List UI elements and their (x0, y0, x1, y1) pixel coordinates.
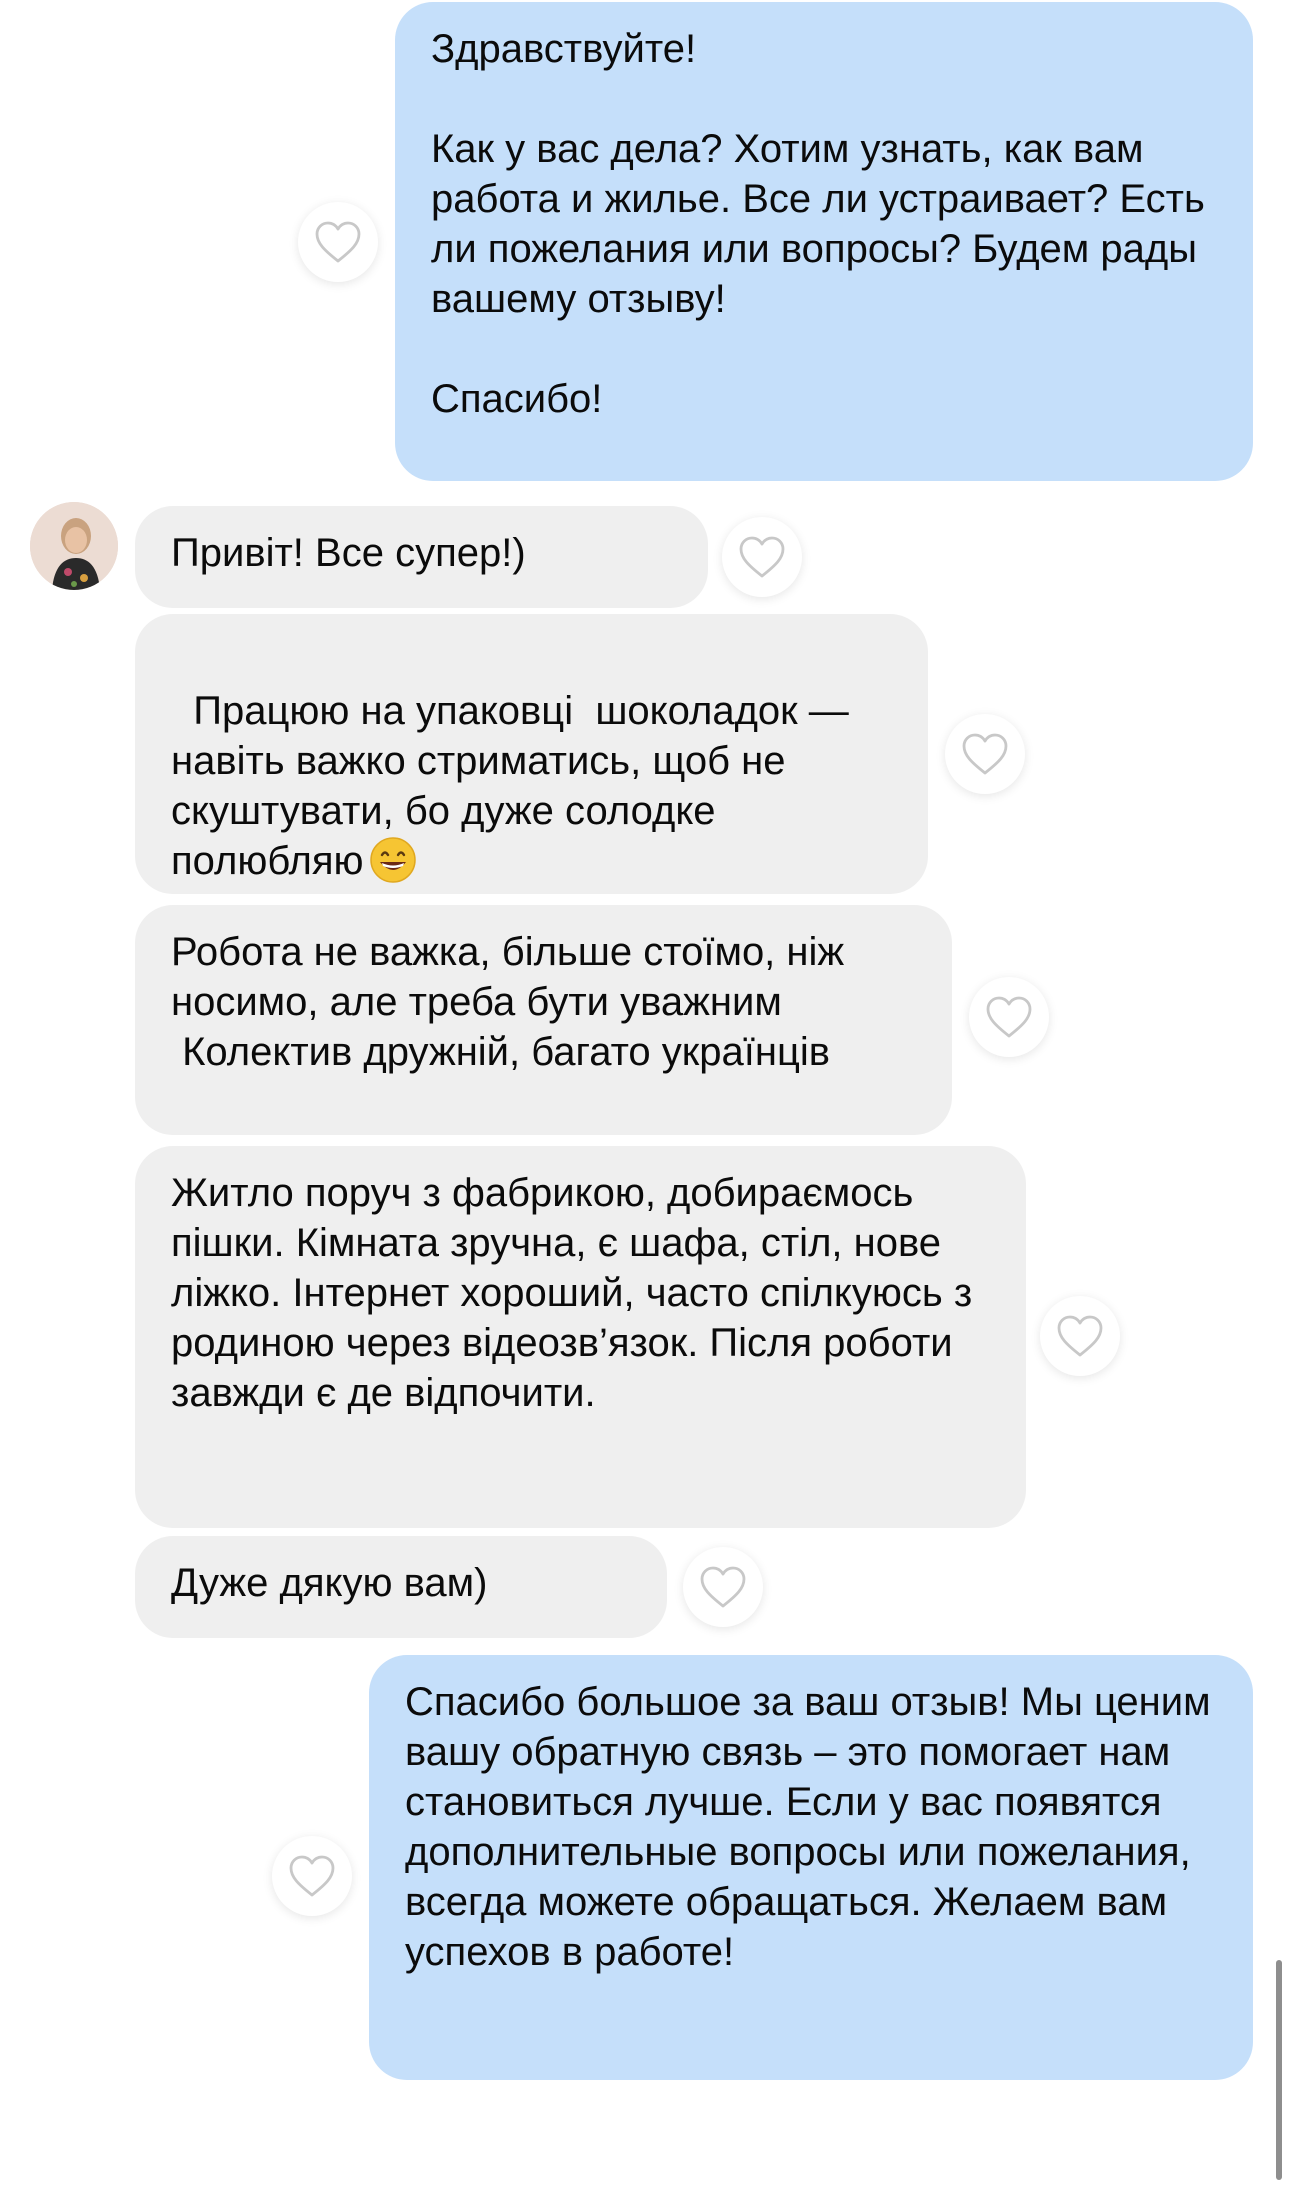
message-bubble-incoming[interactable]: Привіт! Все супер!) (135, 506, 708, 608)
message-bubble-incoming[interactable]: Працюю на упаковці шоколадок — навіть ва… (135, 614, 928, 894)
heart-outline-icon (289, 1855, 335, 1897)
message-bubble-outgoing[interactable]: Здравствуйте! Как у вас дела? Хотим узна… (395, 2, 1253, 481)
like-button[interactable] (722, 517, 802, 597)
like-button[interactable] (298, 202, 378, 282)
message-bubble-incoming[interactable]: Житло поруч з фабрикою, добираємось пішк… (135, 1146, 1026, 1528)
scrollbar[interactable] (1276, 1960, 1282, 2180)
avatar-image (30, 502, 118, 590)
like-button[interactable] (1040, 1296, 1120, 1376)
grinning-face-emoji (370, 837, 417, 883)
like-button[interactable] (969, 977, 1049, 1057)
heart-outline-icon (962, 733, 1008, 775)
heart-outline-icon (315, 221, 361, 263)
like-button[interactable] (272, 1836, 352, 1916)
contact-avatar[interactable] (30, 502, 118, 590)
message-bubble-incoming[interactable]: Робота не важка, більше стоїмо, ніж носи… (135, 905, 952, 1135)
heart-outline-icon (739, 536, 785, 578)
like-button[interactable] (945, 714, 1025, 794)
message-text: Працюю на упаковці шоколадок — навіть ва… (171, 689, 860, 883)
heart-outline-icon (700, 1566, 746, 1608)
message-bubble-outgoing[interactable]: Спасибо большое за ваш отзыв! Мы ценим в… (369, 1655, 1253, 2080)
heart-outline-icon (1057, 1315, 1103, 1357)
like-button[interactable] (683, 1547, 763, 1627)
message-bubble-incoming[interactable]: Дуже дякую вам) (135, 1536, 667, 1638)
heart-outline-icon (986, 996, 1032, 1038)
